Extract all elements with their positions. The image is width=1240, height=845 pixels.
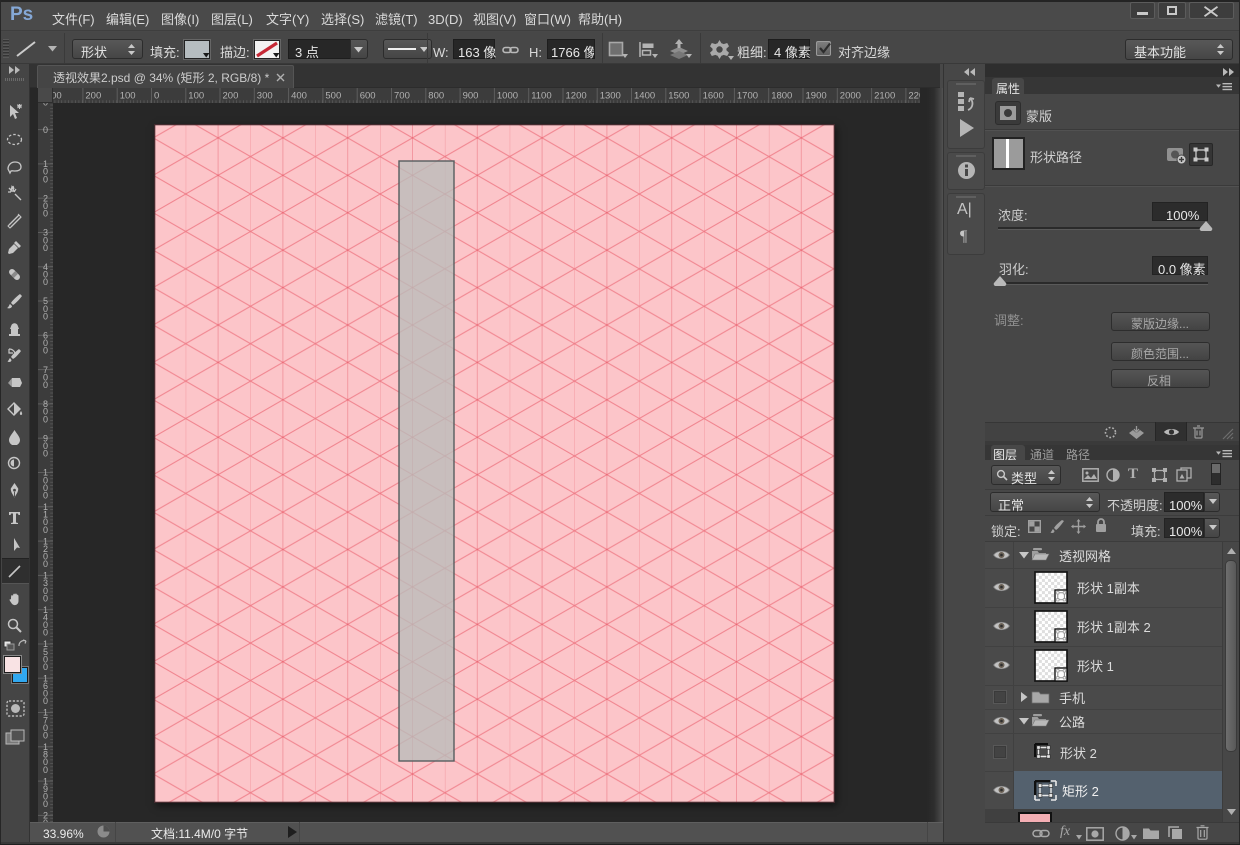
svg-text:0: 0: [43, 449, 48, 459]
svg-text:0: 0: [43, 559, 48, 569]
svg-text:0: 0: [43, 662, 48, 672]
svg-text:0: 0: [43, 525, 48, 535]
svg-text:0: 0: [43, 491, 48, 501]
svg-text:0: 0: [43, 628, 48, 638]
svg-text:0: 0: [43, 414, 48, 424]
svg-text:1200: 1200: [566, 91, 587, 102]
svg-text:1000: 1000: [497, 91, 518, 102]
svg-text:100: 100: [188, 91, 204, 102]
svg-text:0: 0: [43, 209, 48, 219]
svg-text:2100: 2100: [874, 91, 895, 102]
svg-text:800: 800: [428, 91, 444, 102]
svg-text:0: 0: [43, 696, 48, 706]
svg-text:200: 200: [85, 91, 101, 102]
svg-text:1100: 1100: [531, 91, 551, 102]
svg-text:1900: 1900: [806, 91, 827, 102]
svg-text:1300: 1300: [600, 91, 621, 102]
svg-text:700: 700: [394, 91, 410, 102]
svg-text:0: 0: [43, 731, 48, 741]
svg-text:0: 0: [43, 125, 48, 135]
svg-text:0: 0: [43, 243, 48, 253]
svg-text:600: 600: [360, 91, 376, 102]
svg-text:0: 0: [43, 174, 48, 184]
svg-text:300: 300: [257, 91, 273, 102]
svg-text:1700: 1700: [737, 91, 758, 102]
svg-text:1500: 1500: [668, 91, 689, 102]
svg-text:0: 0: [43, 593, 48, 603]
svg-text:0: 0: [43, 799, 48, 809]
svg-text:1800: 1800: [771, 91, 792, 102]
svg-text:2000: 2000: [840, 91, 861, 102]
svg-text:2200: 2200: [908, 91, 920, 102]
svg-text:0: 0: [43, 765, 48, 775]
svg-text:100: 100: [120, 91, 136, 102]
svg-text:0: 0: [43, 311, 48, 321]
svg-text:200: 200: [223, 91, 239, 102]
svg-text:0: 0: [43, 380, 48, 390]
svg-text:400: 400: [291, 91, 307, 102]
svg-text:1600: 1600: [703, 91, 724, 102]
svg-text:0: 0: [43, 346, 48, 356]
svg-text:0: 0: [43, 103, 48, 108]
svg-text:1400: 1400: [634, 91, 655, 102]
svg-text:900: 900: [463, 91, 479, 102]
svg-text:0: 0: [43, 277, 48, 287]
svg-text:500: 500: [325, 91, 341, 102]
svg-text:0: 0: [154, 91, 159, 102]
